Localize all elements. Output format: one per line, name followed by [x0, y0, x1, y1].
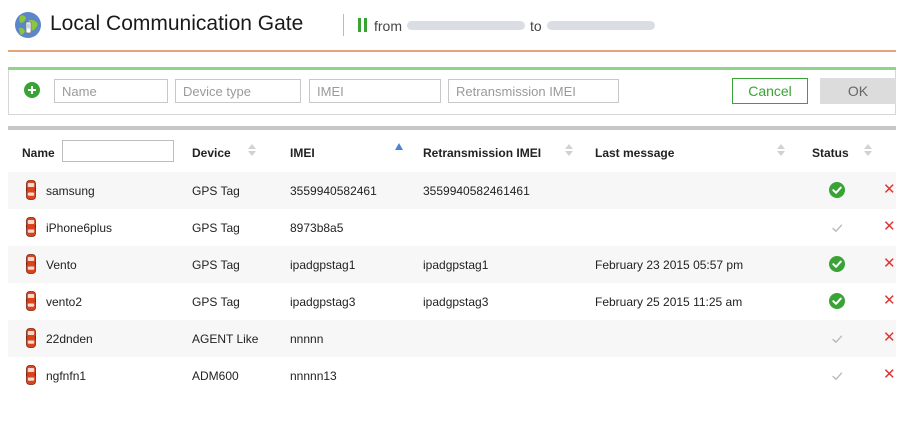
close-icon[interactable]: ✕ [883, 293, 896, 308]
device-type-input[interactable] [175, 79, 301, 103]
sort-last-message-icon[interactable] [777, 141, 785, 157]
car-icon [26, 291, 36, 311]
check-icon [831, 332, 843, 344]
plus-circle-icon[interactable] [24, 82, 40, 98]
device-imei: nnnnn [290, 332, 324, 346]
car-icon [26, 328, 36, 348]
device-imei: ipadgpstag3 [290, 295, 356, 309]
device-name[interactable]: samsung [46, 184, 186, 198]
retransmission-imei-input[interactable] [448, 79, 619, 103]
check-icon [831, 221, 843, 233]
page-title: Local Communication Gate [50, 12, 304, 35]
device-type: AGENT Like [192, 332, 259, 346]
device-retransmission-imei: 3559940582461461 [423, 184, 530, 198]
name-input[interactable] [54, 79, 168, 103]
device-name[interactable]: ngfnfn1 [46, 369, 186, 383]
device-retransmission-imei: ipadgpstag3 [423, 295, 489, 309]
table-row[interactable]: Vento GPS Tag ipadgpstag1 ipadgpstag1 Februa… [8, 246, 896, 283]
device-type: GPS Tag [192, 295, 240, 309]
close-icon[interactable]: ✕ [883, 256, 896, 271]
ok-button[interactable]: OK [820, 78, 896, 104]
device-name[interactable]: Vento [46, 258, 186, 272]
table-row[interactable]: vento2 GPS Tag ipadgpstag3 ipadgpstag3 Febru… [8, 283, 896, 320]
sort-ascending-icon[interactable] [395, 143, 403, 150]
device-imei: nnnnn13 [290, 369, 337, 383]
device-retransmission-imei: ipadgpstag1 [423, 258, 489, 272]
imei-input[interactable] [309, 79, 441, 103]
device-last-message: February 23 2015 05:57 pm [595, 258, 744, 272]
table-row[interactable]: 22dnden AGENT Like nnnnn ✕ [8, 320, 896, 357]
check-icon [831, 369, 843, 381]
table-row[interactable]: samsung GPS Tag 3559940582461 3559940582461… [8, 172, 896, 209]
add-panel-accent [8, 67, 896, 70]
header-underline [8, 50, 896, 52]
device-imei: ipadgpstag1 [290, 258, 356, 272]
check-circle-icon [829, 256, 845, 272]
device-imei: 3559940582461 [290, 184, 377, 198]
sort-status-icon[interactable] [864, 141, 872, 157]
close-icon[interactable]: ✕ [883, 219, 896, 234]
device-type: GPS Tag [192, 258, 240, 272]
car-icon [26, 254, 36, 274]
name-filter-input[interactable] [62, 140, 174, 162]
pause-icon[interactable] [358, 18, 367, 32]
device-type: ADM600 [192, 369, 239, 383]
column-header-status[interactable]: Status [812, 146, 849, 160]
globe-logo-icon [15, 12, 41, 38]
device-type: GPS Tag [192, 184, 240, 198]
car-icon [26, 180, 36, 200]
close-icon[interactable]: ✕ [883, 367, 896, 382]
from-label: from [374, 18, 402, 34]
check-circle-icon [829, 182, 845, 198]
header-divider [343, 14, 344, 36]
check-circle-icon [829, 293, 845, 309]
device-type: GPS Tag [192, 221, 240, 235]
sort-retransmission-icon[interactable] [565, 141, 573, 157]
device-name[interactable]: vento2 [46, 295, 186, 309]
column-header-device[interactable]: Device [192, 146, 231, 160]
date-range[interactable]: from to [374, 18, 660, 34]
device-last-message: February 25 2015 11:25 am [595, 295, 743, 309]
column-header-last-message[interactable]: Last message [595, 146, 674, 160]
header: Local Communication Gate from to [0, 0, 904, 50]
from-date-redacted [407, 21, 525, 30]
column-header-imei[interactable]: IMEI [290, 146, 315, 160]
to-date-redacted [546, 21, 655, 30]
sort-device-icon[interactable] [248, 141, 256, 157]
car-icon [26, 217, 36, 237]
cancel-button[interactable]: Cancel [732, 78, 808, 104]
table-row[interactable]: ngfnfn1 ADM600 nnnnn13 ✕ [8, 357, 896, 394]
close-icon[interactable]: ✕ [883, 182, 896, 197]
table-row[interactable]: iPhone6plus GPS Tag 8973b8a5 ✕ [8, 209, 896, 246]
device-name[interactable]: 22dnden [46, 332, 186, 346]
device-imei: 8973b8a5 [290, 221, 344, 235]
column-header-retransmission-imei[interactable]: Retransmission IMEI [423, 146, 541, 160]
table-top-divider [8, 126, 896, 130]
to-label: to [530, 18, 542, 34]
close-icon[interactable]: ✕ [883, 330, 896, 345]
column-header-name: Name [22, 146, 55, 160]
car-icon [26, 365, 36, 385]
device-name[interactable]: iPhone6plus [46, 221, 186, 235]
